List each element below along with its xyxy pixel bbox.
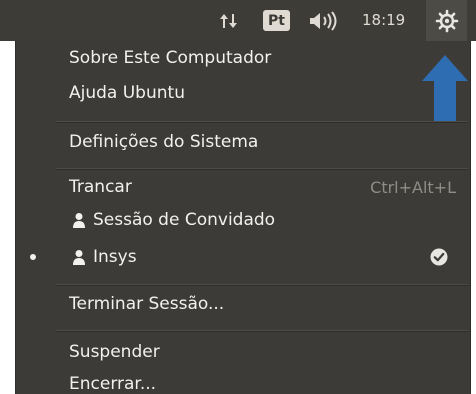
menu-item-help[interactable]: Ajuda Ubuntu [69, 83, 185, 103]
system-menu: Sobre Este Computador Ajuda Ubuntu Defin… [15, 41, 471, 394]
menu-item-suspend[interactable]: Suspender [69, 342, 160, 362]
menu-separator [56, 121, 468, 123]
menu-item-user-insys[interactable]: Insys [93, 247, 137, 267]
network-arrows-icon[interactable] [214, 0, 244, 41]
menu-item-shutdown[interactable]: Encerrar... [69, 374, 156, 394]
menu-item-lock[interactable]: Trancar [69, 177, 132, 197]
clock[interactable]: 18:19 [362, 0, 405, 41]
menu-item-logout[interactable]: Terminar Sessão... [69, 294, 224, 314]
menu-separator [56, 330, 468, 332]
menu-item-guest-session[interactable]: Sessão de Convidado [93, 210, 275, 230]
menu-item-system-settings[interactable]: Definições do Sistema [69, 132, 258, 152]
volume-icon[interactable] [305, 0, 345, 41]
menu-separator [56, 284, 468, 286]
lock-shortcut-label: Ctrl+Alt+L [370, 178, 456, 197]
active-session-dot [30, 254, 36, 260]
gear-icon [435, 9, 458, 32]
menu-separator [56, 168, 468, 170]
system-menu-button[interactable] [426, 0, 467, 41]
check-icon [430, 248, 448, 266]
menu-item-about[interactable]: Sobre Este Computador [69, 48, 271, 68]
top-panel: Pt 18:19 [0, 0, 476, 41]
keyboard-layout-indicator[interactable]: Pt [263, 10, 290, 31]
user-icon [73, 250, 85, 265]
annotation-arrow [422, 55, 468, 121]
user-icon [73, 213, 85, 228]
